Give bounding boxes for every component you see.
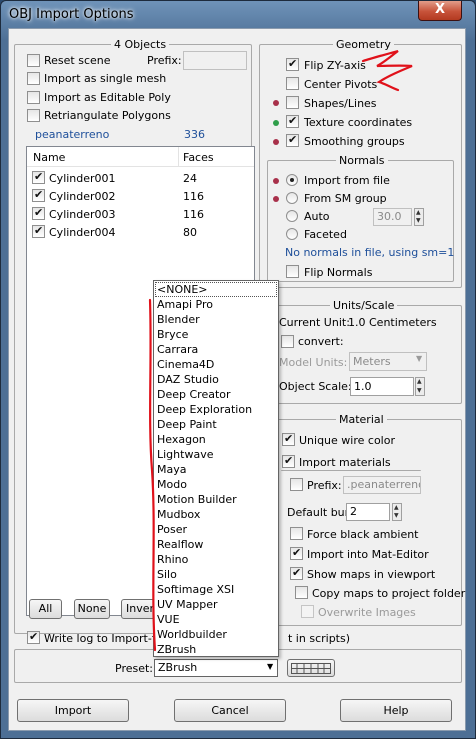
annotation-line (148, 298, 157, 652)
annotation-overlay (148, 49, 413, 652)
annotation-scribble (361, 49, 413, 92)
